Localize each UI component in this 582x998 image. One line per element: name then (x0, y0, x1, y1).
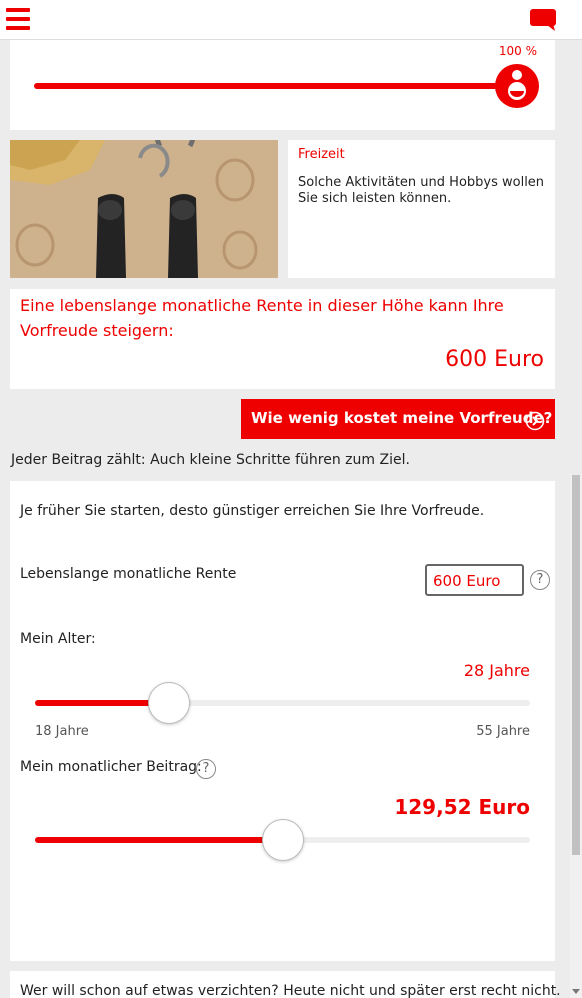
scrollbar-thumb[interactable] (572, 475, 580, 855)
chat-bubble-icon[interactable] (530, 9, 556, 31)
bottom-card: Wer will schon auf etwas verzichten? Heu… (10, 971, 561, 998)
age-slider-track[interactable] (35, 700, 530, 706)
hamburger-icon[interactable] (6, 8, 30, 30)
percent-label: 100 % (498, 44, 537, 58)
age-slider-handle[interactable] (147, 682, 190, 724)
cost-cta-button[interactable]: Wie wenig kostet meine Vorfreude? (241, 399, 555, 439)
rente-input[interactable]: 600 Euro (425, 564, 524, 596)
age-min-label: 18 Jahre (35, 724, 89, 739)
leisure-text: Solche Aktivitäten und Hobbys wollen Sie… (298, 175, 545, 206)
age-max-label: 55 Jahre (476, 724, 530, 739)
leisure-card: Freizeit Solche Aktivitäten und Hobbys w… (288, 140, 555, 278)
calculator-card: Je früher Sie starten, desto günstiger e… (10, 481, 555, 961)
beitrag-help-icon[interactable]: ? (196, 759, 216, 779)
pension-amount: 600 Euro (445, 347, 544, 372)
top-slider-track[interactable] (34, 83, 516, 89)
beitrag-value: 129,52 Euro (394, 795, 530, 819)
leisure-title: Freizeit (298, 147, 345, 162)
top-bar (0, 0, 582, 40)
beitrag-label: Mein monatlicher Beitrag: (20, 759, 202, 775)
scroll-down-arrow-icon[interactable] (572, 989, 580, 994)
person-slider-knob-icon[interactable] (494, 63, 540, 109)
cta-label: Wie wenig kostet meine Vorfreude? (251, 409, 553, 427)
age-label: Mein Alter: (20, 631, 96, 647)
pension-card: Eine lebenslange monatliche Rente in die… (10, 289, 555, 389)
bottom-text: Wer will schon auf etwas verzichten? Heu… (20, 983, 561, 998)
calculator-intro: Je früher Sie starten, desto günstiger e… (20, 503, 485, 519)
rente-label: Lebenslange monatliche Rente (20, 566, 237, 582)
top-slider-card: 100 % (10, 40, 555, 130)
contribution-note: Jeder Beitrag zählt: Auch kleine Schritt… (11, 452, 410, 468)
rente-input-value: 600 Euro (433, 572, 501, 590)
age-value: 28 Jahre (463, 661, 530, 680)
beitrag-slider-handle[interactable] (261, 819, 304, 861)
leisure-photo-image (10, 140, 278, 278)
arrow-circle-icon (525, 411, 545, 431)
top-slider-fill (34, 83, 516, 89)
pension-text: Eine lebenslange monatliche Rente in die… (20, 296, 504, 340)
beitrag-slider-fill (35, 837, 283, 843)
page-scrollbar[interactable] (570, 475, 582, 998)
rente-help-icon[interactable]: ? (530, 570, 550, 590)
